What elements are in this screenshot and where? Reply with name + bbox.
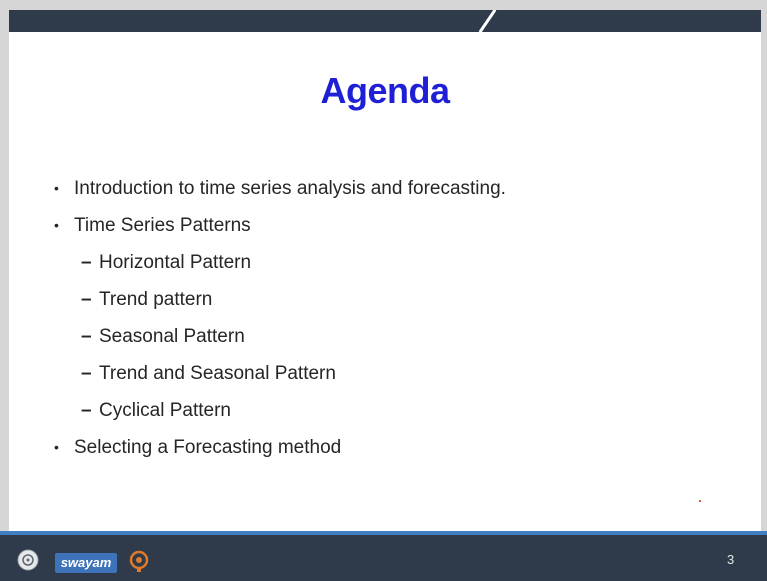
agenda-subitem-text: Trend pattern [99, 289, 213, 310]
footer-accent-line [0, 531, 767, 535]
agenda-item: • Introduction to time series analysis a… [54, 170, 734, 207]
dash-icon: – [81, 400, 92, 421]
agenda-item: • Time Series Patterns [54, 207, 734, 244]
dash-icon: – [81, 289, 92, 310]
bullet-icon: • [54, 439, 59, 455]
top-decor-bar [9, 10, 761, 32]
agenda-subitem-text: Cyclical Pattern [99, 400, 231, 421]
agenda-subitem: – Cyclical Pattern [54, 392, 734, 429]
dash-icon: – [81, 363, 92, 384]
bullet-icon: • [54, 180, 59, 196]
slide-frame: Agenda • Introduction to time series ana… [0, 0, 767, 581]
dash-icon: – [81, 252, 92, 273]
agenda-item-text: Selecting a Forecasting method [74, 437, 342, 458]
agenda-subitem-text: Horizontal Pattern [99, 252, 252, 273]
agenda-item-text: Introduction to time series analysis and… [74, 178, 506, 199]
agenda-item: • Selecting a Forecasting method [54, 429, 734, 466]
agenda-list: • Introduction to time series analysis a… [54, 170, 734, 466]
agenda-item-text: Time Series Patterns [74, 215, 251, 236]
emblem-icon [17, 549, 39, 571]
agenda-subitem: – Seasonal Pattern [54, 318, 734, 355]
page-number: 3 [727, 552, 735, 567]
swayam-logo: swayam [55, 553, 117, 573]
agenda-subitem-text: Seasonal Pattern [99, 326, 245, 347]
agenda-subitem-text: Trend and Seasonal Pattern [99, 363, 336, 384]
decorative-dot [699, 500, 701, 502]
nptel-logo-icon [129, 550, 149, 572]
agenda-subitem: – Horizontal Pattern [54, 244, 734, 281]
agenda-subitem: – Trend pattern [54, 281, 734, 318]
dash-icon: – [81, 326, 92, 347]
slide: Agenda • Introduction to time series ana… [9, 10, 761, 581]
slide-title: Agenda [320, 70, 450, 111]
agenda-subitem: – Trend and Seasonal Pattern [54, 355, 734, 392]
bullet-icon: • [54, 217, 59, 233]
